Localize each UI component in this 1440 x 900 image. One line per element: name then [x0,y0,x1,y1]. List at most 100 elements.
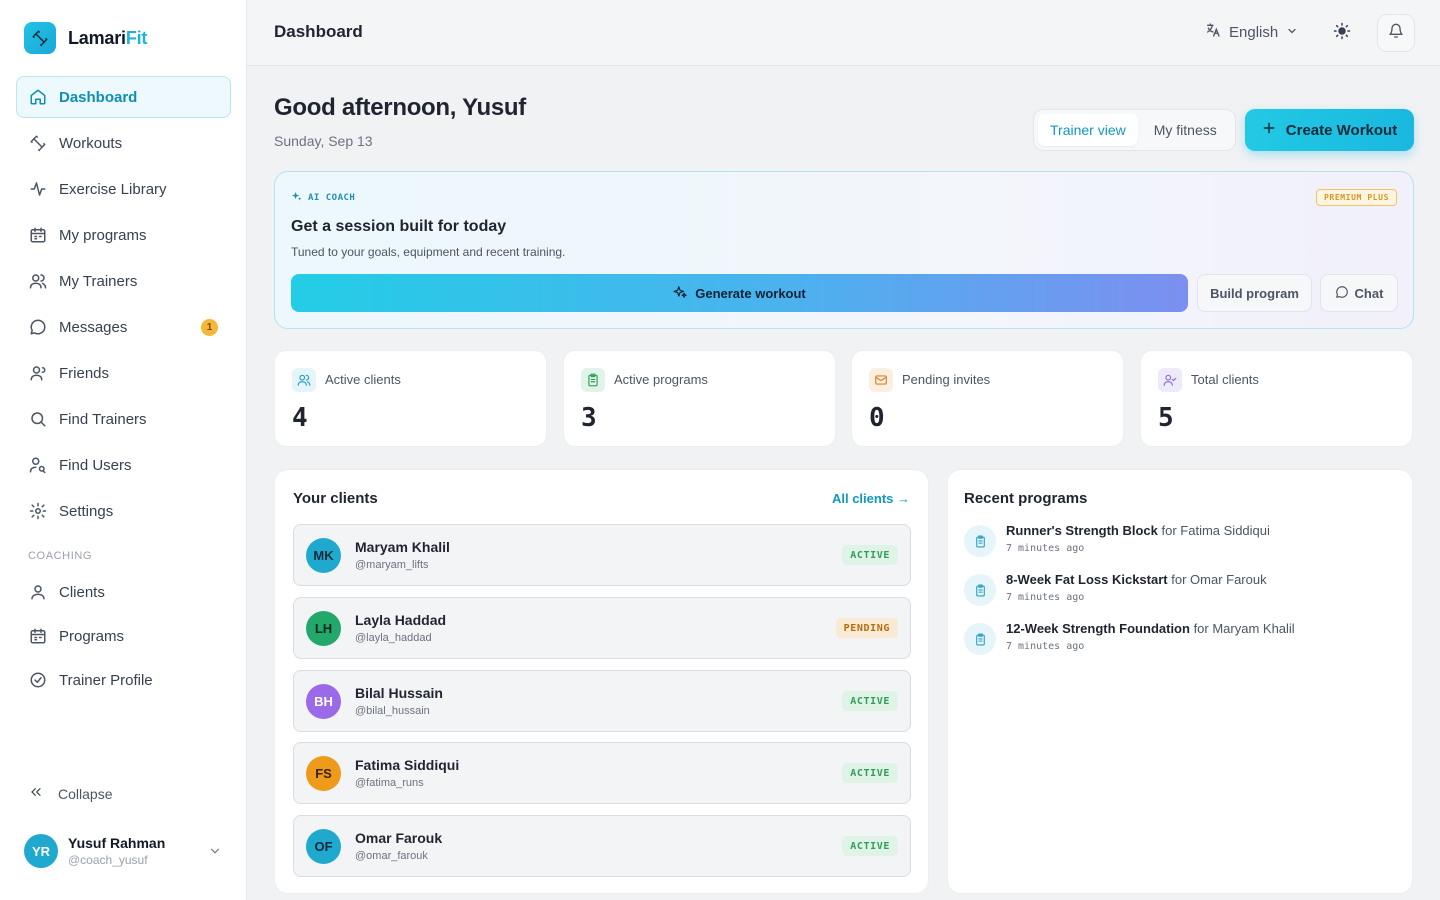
home-icon [29,88,47,106]
translate-icon [1205,22,1221,42]
stat-value: 0 [869,403,885,433]
create-workout-label: Create Workout [1285,121,1398,139]
avatar: FS [306,756,341,791]
brand[interactable]: LamariFit [24,22,147,54]
clients-title: Your clients [293,490,378,507]
users-icon [29,272,47,290]
chat-label: Chat [1354,285,1384,301]
avatar: YR [24,834,58,868]
chat-button[interactable]: Chat [1320,274,1398,312]
client-row[interactable]: OF Omar Farouk @omar_farouk ACTIVE [293,815,911,877]
status-badge: ACTIVE [842,545,898,565]
sidebar-item-trainer-profile[interactable]: Trainer Profile [16,660,231,700]
tab-my-fitness[interactable]: My fitness [1142,114,1229,146]
program-name: 12-Week Strength Foundation [1006,621,1190,636]
stat-card-active-programs[interactable]: Active programs 3 [563,350,836,447]
premium-badge: PREMIUM PLUS [1316,189,1397,206]
user-icon [29,583,47,601]
bell-icon [1388,23,1404,44]
client-name: Maryam Khalil [355,539,450,555]
generate-workout-button[interactable]: Generate workout [291,274,1188,312]
stat-value: 5 [1158,403,1174,433]
theme-toggle-button[interactable] [1331,22,1353,44]
notifications-button[interactable] [1377,14,1415,52]
stat-value: 4 [292,403,308,433]
program-title: 12-Week Strength Foundation for Maryam K… [1006,621,1295,636]
program-time: 7 minutes ago [1006,543,1085,554]
sidebar-item-exercise-library[interactable]: Exercise Library [16,168,231,210]
clients-panel: Your clients All clients → MK Maryam Kha… [274,469,929,894]
tab-trainer-view[interactable]: Trainer view [1038,114,1138,146]
sidebar-item-clients[interactable]: Clients [16,572,231,612]
chevrons-left-icon [28,784,44,803]
sidebar-item-label: Settings [59,502,114,520]
client-row[interactable]: MK Maryam Khalil @maryam_lifts ACTIVE [293,524,911,586]
chevron-down-icon [1286,24,1298,41]
sidebar-item-my-programs[interactable]: My programs [16,214,231,256]
calendar-icon [29,226,47,244]
client-name: Omar Farouk [355,830,443,846]
gear-icon [29,502,47,520]
user-name: Yusuf Rahman [68,835,166,851]
user-menu[interactable]: YR Yusuf Rahman @coach_yusuf [24,834,228,868]
stat-label: Pending invites [902,372,991,387]
build-program-button[interactable]: Build program [1197,274,1312,312]
language-select[interactable]: English [1205,22,1298,42]
status-badge: ACTIVE [842,836,898,856]
friends-icon [29,364,47,382]
page-title: Dashboard [274,22,363,41]
greeting-heading: Good afternoon, Yusuf [274,94,526,121]
users-icon [292,368,316,392]
create-workout-button[interactable]: Create Workout [1245,109,1414,151]
current-date: Sunday, Sep 13 [274,133,373,149]
chevron-down-icon [208,844,222,863]
sidebar-item-programs[interactable]: Programs [16,616,231,656]
sidebar-item-workouts[interactable]: Workouts [16,122,231,164]
sidebar-item-label: Friends [59,364,110,382]
program-client: for Omar Farouk [1171,572,1267,587]
status-badge: ACTIVE [842,763,898,783]
status-badge: PENDING [835,618,898,638]
client-row[interactable]: FS Fatima Siddiqui @fatima_runs ACTIVE [293,742,911,804]
view-toggle: Trainer view My fitness [1033,109,1236,151]
generate-workout-label: Generate workout [695,285,806,301]
stat-card-total-clients[interactable]: Total clients 5 [1140,350,1413,447]
sidebar-item-label: Find Users [59,456,132,474]
sidebar-item-settings[interactable]: Settings [16,490,231,532]
client-name: Fatima Siddiqui [355,757,460,773]
recent-programs-title: Recent programs [964,490,1088,507]
activity-icon [29,180,47,198]
coaching-section-label: COACHING [28,550,93,562]
sidebar-item-label: Dashboard [59,88,138,106]
sidebar-item-friends[interactable]: Friends [16,352,231,394]
user-search-icon [29,456,47,474]
client-row[interactable]: BH Bilal Hussain @bilal_hussain ACTIVE [293,670,911,732]
message-icon [29,318,47,336]
client-row[interactable]: LH Layla Haddad @layla_haddad PENDING [293,597,911,659]
stat-card-pending-invites[interactable]: Pending invites 0 [851,350,1124,447]
sidebar-item-find-trainers[interactable]: Find Trainers [16,398,231,440]
stat-label: Total clients [1191,372,1259,387]
program-name: Runner's Strength Block [1006,523,1158,538]
recent-programs-panel: Recent programs Runner's Strength Block … [947,469,1413,894]
status-badge: ACTIVE [842,691,898,711]
chat-bubble-icon [1335,285,1349,302]
program-client: for Maryam Khalil [1193,621,1295,636]
user-handle: @coach_yusuf [68,853,148,867]
language-label: English [1229,23,1279,41]
all-clients-link[interactable]: All clients → [832,491,910,506]
stat-card-active-clients[interactable]: Active clients 4 [274,350,547,447]
avatar: LH [306,611,341,646]
sidebar-item-find-users[interactable]: Find Users [16,444,231,486]
sidebar-item-my-trainers[interactable]: My Trainers [16,260,231,302]
program-name: 8-Week Fat Loss Kickstart [1006,572,1168,587]
mail-icon [869,368,893,392]
sidebar-item-label: Workouts [59,134,123,152]
ai-coach-card: AI COACH PREMIUM PLUS Get a session buil… [274,171,1414,329]
sidebar-item-dashboard[interactable]: Dashboard [16,76,231,118]
topbar: Dashboard English [247,0,1440,66]
badge-check-icon [29,671,47,689]
client-name: Layla Haddad [355,612,447,628]
collapse-button[interactable]: Collapse [28,784,112,803]
sidebar-item-messages[interactable]: Messages 1 [16,306,231,348]
